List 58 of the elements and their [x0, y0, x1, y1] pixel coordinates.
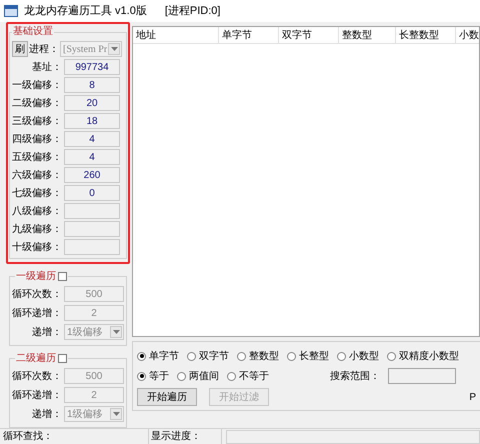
offset-field[interactable]: 4 [64, 149, 120, 165]
field-label: 递增： [31, 408, 62, 422]
radio-button[interactable]: 整数型 [237, 348, 279, 364]
field-label: 二级偏移： [12, 96, 62, 110]
column-header[interactable]: 地址 [133, 27, 219, 43]
status-text: 显示进度： [148, 429, 222, 444]
radio-button[interactable]: 双字节 [187, 348, 229, 364]
offset-field[interactable]: 18 [64, 113, 120, 129]
offset-field[interactable] [64, 203, 120, 219]
range-label: 搜索范围： [330, 370, 380, 384]
column-header[interactable]: 小数 [456, 27, 479, 43]
offset-field[interactable]: 997734 [64, 59, 120, 75]
offset-field[interactable]: 4 [64, 131, 120, 147]
checkbox[interactable] [58, 272, 67, 280]
window-title: 龙龙内存遍历工具 v1.0版 [24, 4, 147, 19]
field-label: 十级偏移： [12, 240, 62, 254]
radio-button[interactable]: 小数型 [337, 348, 379, 364]
offset-field[interactable]: 8 [64, 77, 120, 93]
group-title: 二级遍历 [16, 352, 56, 366]
offset-field[interactable] [64, 221, 120, 237]
radio-button[interactable]: 两值间 [177, 368, 219, 384]
offset-field[interactable]: 20 [64, 95, 120, 111]
radio-button[interactable]: 不等于 [227, 368, 269, 384]
offset-field[interactable]: 260 [64, 167, 120, 183]
field-label: 循环递增： [12, 306, 62, 320]
offset-field[interactable] [64, 239, 120, 255]
range-input-field[interactable] [388, 368, 456, 384]
refresh-button[interactable]: 刷 [12, 41, 28, 57]
field-label: 循环次数： [12, 288, 62, 302]
field-label: 六级偏移： [12, 168, 62, 182]
field-label: 九级偏移： [12, 222, 62, 236]
process-label: 进程： [29, 42, 59, 56]
action-button[interactable]: 开始遍历 [137, 388, 197, 406]
field-label: 循环递增： [12, 388, 62, 402]
radio-button[interactable]: 双精度小数型 [387, 348, 459, 364]
column-header[interactable]: 双字节 [279, 27, 339, 43]
column-header[interactable]: 单字节 [219, 27, 279, 43]
field-label: 基址： [31, 60, 62, 74]
field-label: 递增： [31, 326, 62, 340]
group-title: 一级遍历 [16, 270, 56, 284]
column-header[interactable]: 整数型 [339, 27, 396, 43]
field-label: 五级偏移： [12, 150, 62, 164]
field-label: 一级偏移： [12, 78, 62, 92]
field-label: 三级偏移： [12, 114, 62, 128]
field-label: 四级偏移： [12, 132, 62, 146]
field-label: 循环次数： [12, 370, 62, 384]
cut-off-label: P [469, 390, 476, 404]
process-pid-label: [进程PID:0] [164, 4, 220, 19]
field-label: 七级偏移： [12, 186, 62, 200]
checkbox[interactable] [58, 354, 67, 362]
radio-button[interactable]: 等于 [137, 368, 169, 384]
field-label: 八级偏移： [12, 204, 62, 218]
offset-field[interactable]: 0 [64, 185, 120, 201]
radio-button[interactable]: 长整型 [287, 348, 329, 364]
app-icon [4, 5, 18, 17]
status-text: 循环查找： [2, 430, 54, 444]
radio-button[interactable]: 单字节 [137, 348, 179, 364]
column-header[interactable]: 长整数型 [396, 27, 456, 43]
